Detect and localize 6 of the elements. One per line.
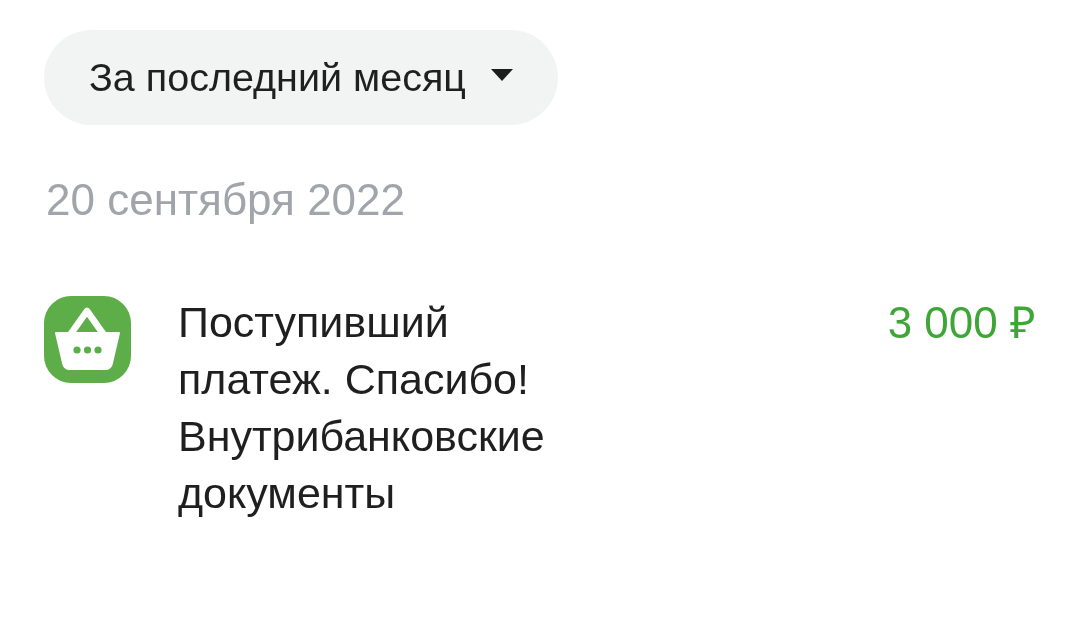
transaction-description: Поступивший платеж. Спасибо! Внутрибанковские документы [178,297,546,519]
period-dropdown[interactable]: За последний месяц [44,30,558,125]
date-heading: 20 сентября 2022 [46,178,406,222]
basket-icon [44,296,131,383]
transaction-amount: 3 000 ₽ [887,297,1036,349]
caret-icon [490,68,513,81]
